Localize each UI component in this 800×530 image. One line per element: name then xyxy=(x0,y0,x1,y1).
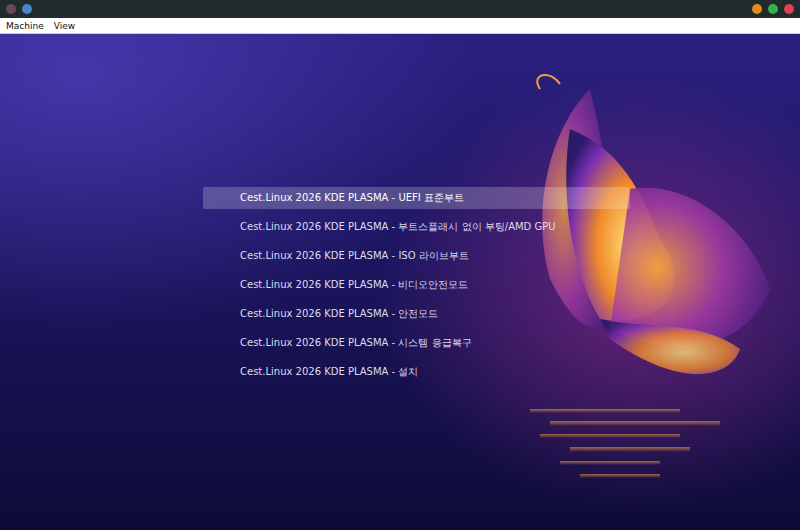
vm-window: Machine View Cest.Linux 2026 KDE PLASMA -… xyxy=(0,0,800,530)
boot-entry[interactable]: Cest.Linux 2026 KDE PLASMA - UEFI 표준부트 xyxy=(203,187,630,209)
menu-item[interactable]: Machine xyxy=(6,21,44,31)
boot-screen: Cest.Linux 2026 KDE PLASMA - UEFI 표준부트 Ce… xyxy=(0,34,800,530)
title-bar xyxy=(0,0,800,18)
boot-entry[interactable]: Cest.Linux 2026 KDE PLASMA - 시스템 응급복구 xyxy=(203,332,630,354)
boot-entry[interactable]: Cest.Linux 2026 KDE PLASMA - 설치 xyxy=(203,361,630,383)
menu-item[interactable]: View xyxy=(54,21,75,31)
minimize-icon[interactable] xyxy=(752,4,762,14)
boot-entry[interactable]: Cest.Linux 2026 KDE PLASMA - ISO 라이브부트 xyxy=(203,245,630,267)
menu-icon[interactable] xyxy=(22,4,32,14)
close-icon[interactable] xyxy=(784,4,794,14)
butterfly-icon xyxy=(530,69,790,529)
boot-menu: Cest.Linux 2026 KDE PLASMA - UEFI 표준부트 Ce… xyxy=(203,187,630,383)
maximize-icon[interactable] xyxy=(768,4,778,14)
app-icon xyxy=(6,4,16,14)
boot-entry[interactable]: Cest.Linux 2026 KDE PLASMA - 안전모드 xyxy=(203,303,630,325)
boot-entry[interactable]: Cest.Linux 2026 KDE PLASMA - 비디오안전모드 xyxy=(203,274,630,296)
boot-entry[interactable]: Cest.Linux 2026 KDE PLASMA - 부트스플래시 없이 부… xyxy=(203,216,630,238)
menu-bar: Machine View xyxy=(0,18,800,34)
